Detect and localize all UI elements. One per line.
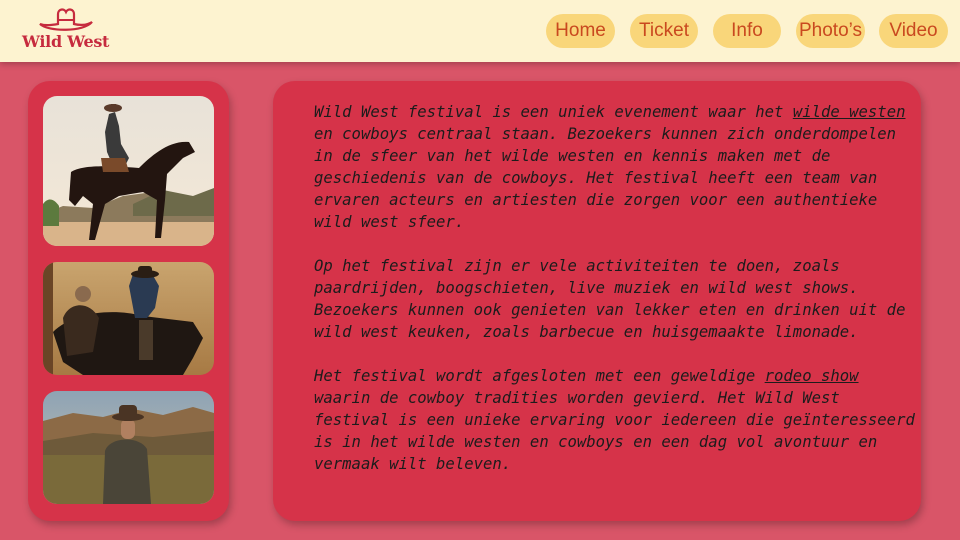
festival-description: Wild West festival is een uniek evenemen… — [314, 101, 920, 497]
main-nav: Home Ticket Info Photo’s Video — [0, 14, 960, 48]
nav-home-button[interactable]: Home — [546, 14, 615, 48]
paragraph-activities: Op het festival zijn er vele activiteite… — [314, 257, 906, 341]
nav-photos-button[interactable]: Photo’s — [796, 14, 865, 48]
nav-ticket-button[interactable]: Ticket — [630, 14, 698, 48]
intro-text-start: Wild West festival is een uniek evenemen… — [314, 103, 793, 121]
paragraph-intro: Wild West festival is een uniek evenemen… — [314, 101, 920, 233]
photo-cowboy-in-field[interactable] — [43, 391, 214, 504]
paragraph-closing: Het festival wordt afgesloten met een ge… — [314, 365, 920, 475]
intro-text-end: en cowboys centraal staan. Bezoekers kun… — [314, 125, 897, 231]
photo-cowboys-on-horses[interactable] — [43, 262, 214, 375]
nav-info-button[interactable]: Info — [713, 14, 781, 48]
rodeo-show-link[interactable]: rodeo show — [765, 367, 859, 385]
photo-sidebar — [28, 81, 229, 521]
photo-rider-on-horse[interactable] — [43, 96, 214, 246]
header: Wild West Home Ticket Info Photo’s Video — [0, 0, 960, 62]
closing-text-start: Het festival wordt afgesloten met een ge… — [314, 367, 765, 385]
content-panel: Wild West festival is een uniek evenemen… — [273, 81, 921, 521]
closing-text-end: waarin de cowboy tradities worden gevier… — [314, 389, 915, 473]
wilde-westen-link[interactable]: wilde westen — [793, 103, 906, 121]
nav-video-button[interactable]: Video — [879, 14, 948, 48]
